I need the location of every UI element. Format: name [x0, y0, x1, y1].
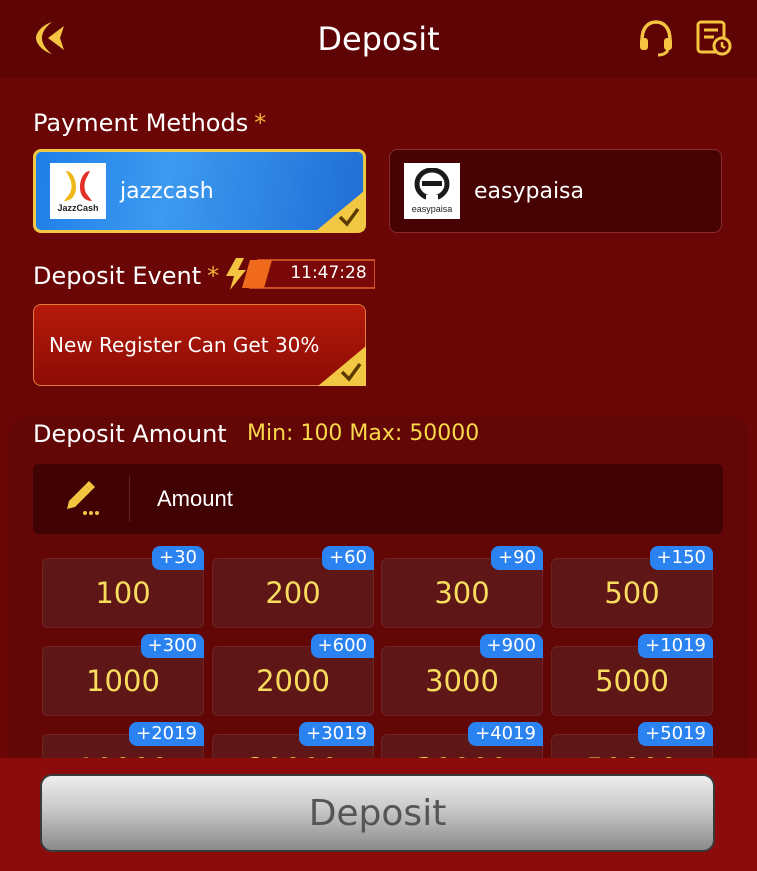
amount-input-field[interactable]: Amount: [33, 464, 723, 534]
amount-option-500[interactable]: 500 +150: [551, 546, 713, 628]
bonus-badge: +1019: [638, 634, 713, 658]
deposit-button[interactable]: Deposit: [40, 774, 715, 852]
bonus-badge: +900: [479, 634, 543, 658]
bonus-badge: +3019: [299, 722, 374, 746]
deposit-records-button[interactable]: [694, 18, 734, 58]
amount-options-grid: 100 +30 200 +60 300 +90 500 +150 1000 +300 20…: [42, 545, 714, 758]
bonus-badge: +300: [140, 634, 204, 658]
bonus-badge: +60: [322, 546, 374, 570]
bonus-badge: +90: [491, 546, 543, 570]
records-icon: [696, 20, 732, 56]
amount-value: 200: [265, 576, 321, 610]
deposit-amount-label: Deposit Amount: [33, 420, 227, 448]
payment-method-easypaisa[interactable]: easypaisa easypaisa: [389, 149, 722, 233]
selected-check-icon: [318, 346, 366, 386]
headset-icon: [640, 20, 672, 57]
footer-bar: Deposit: [0, 758, 757, 871]
amount-option-5000[interactable]: 5000 +1019: [551, 634, 713, 716]
amount-option-200[interactable]: 200 +60: [212, 546, 374, 628]
customer-support-button[interactable]: [636, 18, 676, 58]
payment-method-name: jazzcash: [120, 178, 214, 204]
bonus-badge: +2019: [129, 722, 204, 746]
bonus-badge: +30: [152, 546, 204, 570]
bonus-badge: +5019: [638, 722, 713, 746]
amount-option-20000[interactable]: 20000+3019: [212, 722, 374, 758]
amount-range: Min: 100 Max: 50000: [247, 421, 480, 446]
amount-option-2000[interactable]: 2000 +600: [212, 634, 374, 716]
pencil-icon: [33, 464, 129, 534]
amount-option-50000[interactable]: 50000+5019: [551, 722, 713, 758]
amount-option-3000[interactable]: 3000 +900: [381, 634, 543, 716]
event-timer: 11:47:28: [290, 263, 367, 283]
amount-value: 300: [434, 576, 490, 610]
app-header: Deposit: [0, 0, 757, 78]
amount-option-30000[interactable]: 30000+4019: [381, 722, 543, 758]
amount-option-1000[interactable]: 1000 +300: [42, 634, 204, 716]
page-title: Deposit: [317, 20, 440, 58]
amount-value: 500: [604, 576, 660, 610]
jazzcash-logo: JazzCash: [50, 163, 106, 219]
payment-methods-label: Payment Methods *: [33, 109, 267, 137]
amount-value: 5000: [595, 664, 669, 698]
back-arrow-icon: [36, 22, 64, 54]
amount-value: 3000: [425, 664, 499, 698]
selected-check-icon: [316, 191, 364, 231]
amount-value: 1000: [86, 664, 160, 698]
amount-value: 2000: [256, 664, 330, 698]
easypaisa-logo: easypaisa: [404, 163, 460, 219]
bonus-badge: +4019: [468, 722, 543, 746]
event-text: New Register Can Get 30%: [49, 333, 320, 357]
deposit-event-label: Deposit Event *: [33, 262, 220, 290]
back-button[interactable]: [30, 18, 70, 58]
amount-option-300[interactable]: 300 +90: [381, 546, 543, 628]
amount-placeholder: Amount: [157, 486, 233, 511]
event-timer-badge: 11:47:28: [222, 258, 376, 290]
bonus-badge: +600: [310, 634, 374, 658]
content-area: Payment Methods * JazzCash jazzcash easyp…: [0, 78, 757, 758]
amount-option-100[interactable]: 100 +30: [42, 546, 204, 628]
bonus-badge: +150: [649, 546, 713, 570]
deposit-event-option[interactable]: New Register Can Get 30%: [33, 304, 366, 386]
amount-value: 100: [95, 576, 151, 610]
payment-method-name: easypaisa: [474, 178, 584, 204]
amount-option-10000[interactable]: 10000+2019: [42, 722, 204, 758]
input-divider: [129, 476, 130, 522]
payment-method-jazzcash[interactable]: JazzCash jazzcash: [33, 149, 366, 233]
